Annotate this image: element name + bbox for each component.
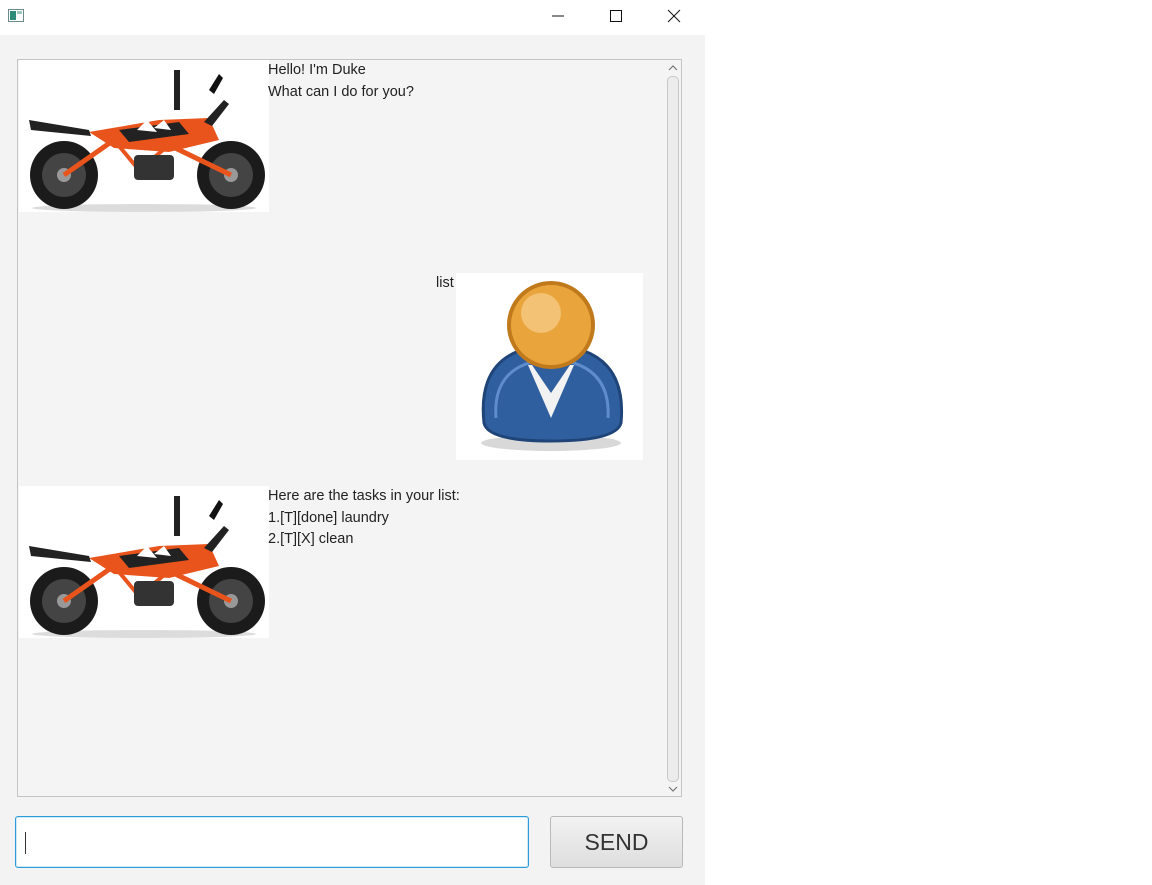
- vertical-scrollbar[interactable]: [665, 60, 681, 796]
- user-message: list: [436, 275, 454, 291]
- maximize-button[interactable]: [588, 0, 646, 33]
- text-caret: [25, 832, 26, 854]
- app-window: Hello! I'm Duke What can I do for you? l…: [0, 0, 705, 885]
- scroll-up-arrow-icon[interactable]: [668, 64, 678, 72]
- duke-message: Here are the tasks in your list: 1.[T][d…: [268, 488, 460, 547]
- close-icon: [667, 9, 681, 23]
- motorcycle-avatar: [19, 486, 269, 638]
- scrollbar-thumb[interactable]: [667, 76, 679, 782]
- send-button[interactable]: SEND: [550, 816, 683, 868]
- maximize-icon: [610, 10, 622, 22]
- close-button[interactable]: [646, 0, 704, 33]
- scroll-down-arrow-icon[interactable]: [668, 785, 678, 793]
- motorcycle-avatar: [19, 60, 269, 212]
- user-avatar: [456, 273, 643, 460]
- user-input-field[interactable]: [15, 816, 529, 868]
- app-window-icon: [8, 9, 24, 22]
- title-bar: [0, 0, 705, 35]
- dialog-scroll-pane[interactable]: Hello! I'm Duke What can I do for you? l…: [17, 59, 682, 797]
- minimize-button[interactable]: [530, 0, 588, 33]
- duke-message: Hello! I'm Duke What can I do for you?: [268, 62, 414, 100]
- minimize-icon: [552, 15, 564, 17]
